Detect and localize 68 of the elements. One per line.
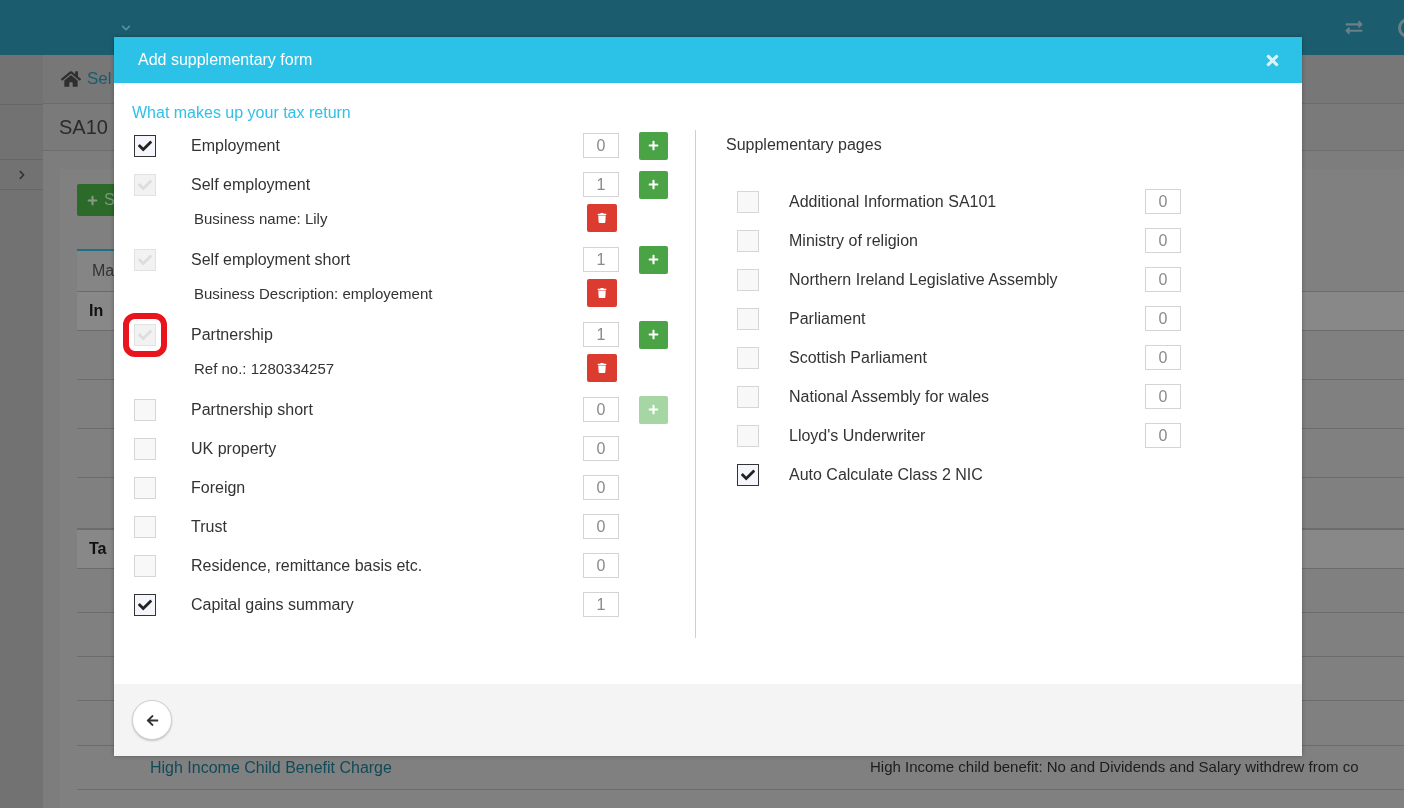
- plus-icon: [648, 179, 659, 190]
- page-label: Parliament: [789, 308, 867, 329]
- back-button[interactable]: [132, 700, 172, 740]
- count-field[interactable]: 0: [1145, 345, 1181, 370]
- form-label: Capital gains summary: [191, 594, 355, 615]
- count-field[interactable]: 0: [1145, 228, 1181, 253]
- table-heading: Ta: [89, 539, 107, 559]
- swap-icon[interactable]: [1344, 19, 1364, 36]
- count-field[interactable]: 0: [1145, 306, 1181, 331]
- count-field[interactable]: 0: [583, 475, 619, 500]
- form-label: Partnership short: [191, 399, 314, 420]
- checkbox[interactable]: [737, 463, 759, 486]
- form-detail: Business name: Lily: [194, 209, 329, 229]
- check-icon: [138, 597, 152, 612]
- dialog-title: Add supplementary form: [138, 50, 313, 70]
- count-field[interactable]: 1: [583, 592, 619, 617]
- table-link[interactable]: High Income Child Benefit Charge: [150, 755, 870, 780]
- form-label: Foreign: [191, 477, 247, 498]
- plus-icon: [648, 329, 659, 340]
- trash-icon: [597, 213, 607, 223]
- page-label: Scottish Parliament: [789, 347, 928, 368]
- trash-icon: [597, 288, 607, 298]
- page-label: Lloyd's Underwriter: [789, 425, 927, 446]
- count-field[interactable]: 0: [1145, 423, 1181, 448]
- table-heading: In: [89, 301, 104, 321]
- checkbox[interactable]: [134, 593, 156, 616]
- form-label: Self employment: [191, 174, 312, 195]
- plus-icon: [648, 140, 659, 151]
- form-label: UK property: [191, 438, 278, 459]
- section-title: Supplementary pages: [726, 135, 883, 155]
- check-icon: [138, 138, 152, 153]
- count-field[interactable]: 0: [1145, 267, 1181, 292]
- home-icon[interactable]: [61, 70, 81, 88]
- form-label: Self employment short: [191, 249, 352, 270]
- form-label: Partnership: [191, 324, 274, 345]
- delete-button[interactable]: [587, 354, 617, 382]
- table-cell-text: High Income child benefit: No and Dividends and Salary withdrew from co: [870, 757, 1359, 778]
- chevron-down-icon[interactable]: [120, 22, 132, 33]
- form-label: Employment: [191, 135, 281, 156]
- count-field[interactable]: 0: [583, 133, 619, 158]
- delete-button[interactable]: [587, 204, 617, 232]
- chevron-right-icon[interactable]: [17, 169, 26, 180]
- form-label: Residence, remittance basis etc.: [191, 555, 424, 576]
- check-icon: [741, 467, 755, 482]
- checkbox[interactable]: [134, 134, 156, 157]
- count-field[interactable]: 0: [583, 436, 619, 461]
- plus-icon: [648, 404, 659, 415]
- page-label: National Assembly for wales: [789, 386, 991, 407]
- add-button[interactable]: [639, 131, 668, 160]
- page-label: Northern Ireland Legislative Assembly: [789, 269, 1059, 290]
- page-label: Additional Information SA101: [789, 191, 998, 212]
- trash-icon: [597, 363, 607, 373]
- section-title: What makes up your tax return: [132, 104, 352, 122]
- page-label: Ministry of religion: [789, 230, 919, 251]
- page-label: Auto Calculate Class 2 NIC: [789, 464, 984, 485]
- delete-button[interactable]: [587, 279, 617, 307]
- count-field[interactable]: 0: [1145, 384, 1181, 409]
- page-title: SA10: [59, 115, 108, 140]
- arrow-left-icon: [145, 713, 159, 727]
- form-label: Trust: [191, 516, 228, 537]
- form-detail: Ref no.: 1280334257: [194, 359, 336, 379]
- plus-icon: [87, 194, 98, 206]
- form-detail: Business Description: employement: [194, 284, 434, 304]
- count-field[interactable]: 0: [583, 514, 619, 539]
- count-field[interactable]: 0: [1145, 189, 1181, 214]
- plus-icon: [648, 254, 659, 265]
- count-field[interactable]: 0: [583, 553, 619, 578]
- count-field[interactable]: 0: [583, 397, 619, 422]
